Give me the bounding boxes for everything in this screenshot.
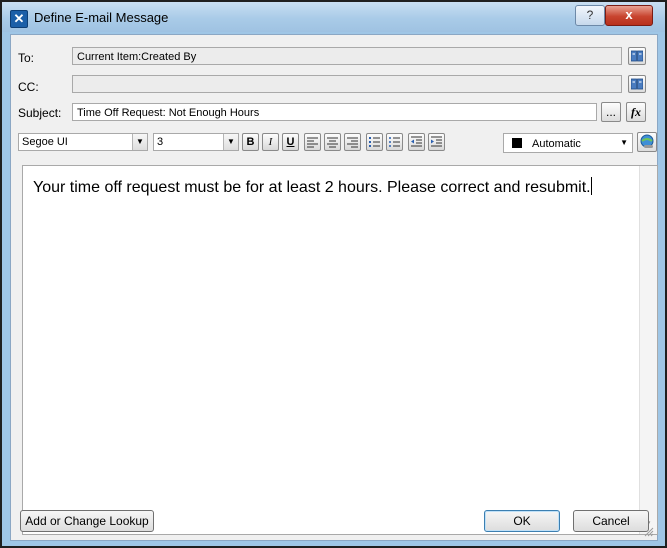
window-title: Define E-mail Message [34,10,169,25]
cc-field[interactable] [72,75,622,93]
formula-button[interactable]: fx [626,102,646,122]
bulleted-list-icon[interactable] [386,133,403,151]
numbered-list-icon[interactable] [366,133,383,151]
message-body-content: Your time off request must be for at lea… [33,179,591,196]
add-change-lookup-button[interactable]: Add or Change Lookup [20,510,154,532]
text-color-select[interactable]: Automatic ▼ [503,133,633,153]
dialog-body: To: Current Item:Created By CC: Subject:… [10,34,658,541]
font-select[interactable]: Segoe UI ▼ [18,133,148,151]
align-left-icon[interactable] [304,133,321,151]
to-label: To: [18,51,35,65]
subject-field[interactable]: Time Off Request: Not Enough Hours [72,103,597,121]
text-color-value: Automatic [532,138,581,150]
ok-button[interactable]: OK [484,510,560,532]
message-body-text: Your time off request must be for at lea… [33,177,592,197]
cancel-button[interactable]: Cancel [573,510,649,532]
increase-indent-icon[interactable] [428,133,445,151]
chevron-down-icon[interactable]: ▼ [223,134,238,150]
close-button[interactable]: x [605,5,653,26]
font-select-value: Segoe UI [22,136,68,148]
bold-button[interactable]: B [242,133,259,151]
align-right-icon[interactable] [344,133,361,151]
cc-label: CC: [18,80,39,94]
italic-button[interactable]: I [262,133,279,151]
cc-address-book-icon[interactable] [628,75,646,93]
insert-hyperlink-icon[interactable] [637,132,657,152]
message-body-editor[interactable]: Your time off request must be for at lea… [22,165,658,535]
title-bar[interactable]: ✕ Define E-mail Message ? x [2,2,665,32]
chevron-down-icon[interactable]: ▼ [132,134,147,150]
vertical-scrollbar[interactable]: ▼ [639,166,657,534]
resize-grip-icon[interactable] [644,527,654,537]
app-icon: ✕ [10,10,28,28]
dialog-window: ✕ Define E-mail Message ? x To: Current … [0,0,667,548]
font-size-value: 3 [157,136,164,148]
help-button[interactable]: ? [575,5,605,26]
chevron-down-icon[interactable]: ▼ [620,134,628,152]
decrease-indent-icon[interactable] [408,133,425,151]
to-address-book-icon[interactable] [628,47,646,65]
underline-button[interactable]: U [282,133,299,151]
color-swatch [512,138,522,148]
font-size-select[interactable]: 3 ▼ [153,133,239,151]
ellipsis-button[interactable]: ... [601,102,621,122]
to-field[interactable]: Current Item:Created By [72,47,622,65]
text-caret [590,177,592,195]
align-center-icon[interactable] [324,133,341,151]
subject-label: Subject: [18,106,62,120]
